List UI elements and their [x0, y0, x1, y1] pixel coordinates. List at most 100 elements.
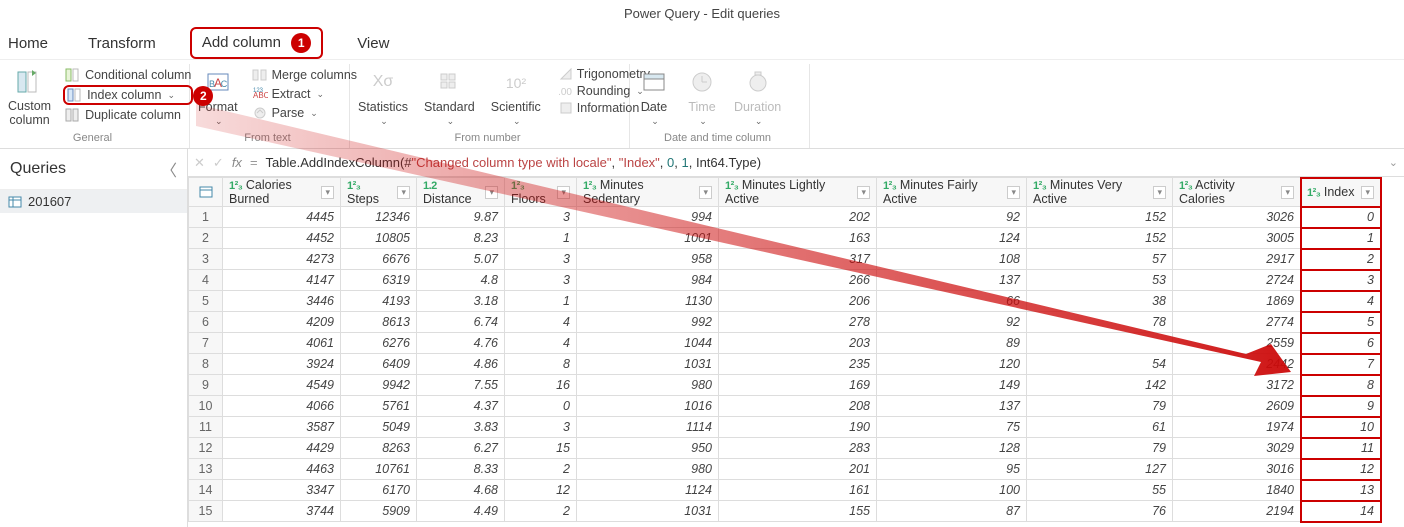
statistics-button[interactable]: Χσ Statistics⌄ [354, 66, 412, 127]
cell[interactable]: 12 [1301, 459, 1381, 480]
cell[interactable]: 1130 [577, 291, 719, 312]
cell[interactable]: 6276 [341, 333, 417, 354]
row-number[interactable]: 7 [189, 333, 223, 354]
cell[interactable]: 4209 [223, 312, 341, 333]
expand-formula-icon[interactable]: ⌄ [1389, 156, 1398, 169]
cell[interactable]: 3 [1301, 270, 1381, 291]
cell[interactable]: 79 [1027, 396, 1173, 417]
cell[interactable]: 5909 [341, 501, 417, 522]
cell[interactable]: 3172 [1173, 375, 1301, 396]
cell[interactable]: 6.74 [417, 312, 505, 333]
cell[interactable]: 8 [505, 354, 577, 375]
cell[interactable]: 9942 [341, 375, 417, 396]
cell[interactable]: 15 [505, 438, 577, 459]
row-number[interactable]: 9 [189, 375, 223, 396]
cell[interactable]: 3347 [223, 480, 341, 501]
cell[interactable]: 950 [577, 438, 719, 459]
cell[interactable]: 163 [719, 228, 877, 249]
duplicate-column-button[interactable]: Duplicate column [63, 106, 193, 124]
cell[interactable]: 3 [505, 417, 577, 438]
row-number[interactable]: 11 [189, 417, 223, 438]
cell[interactable]: 100 [877, 480, 1027, 501]
custom-column-button[interactable]: Custom column [4, 66, 55, 128]
cell[interactable]: 235 [719, 354, 877, 375]
cell[interactable]: 95 [877, 459, 1027, 480]
filter-dropdown-icon[interactable]: ▾ [1153, 186, 1166, 199]
cell[interactable]: 958 [577, 249, 719, 270]
cell[interactable]: 11 [1301, 438, 1381, 459]
cell[interactable]: 4.68 [417, 480, 505, 501]
cell[interactable]: 6319 [341, 270, 417, 291]
cell[interactable]: 980 [577, 375, 719, 396]
tab-transform[interactable]: Transform [82, 29, 162, 58]
cell[interactable]: 5 [1301, 312, 1381, 333]
cell[interactable]: 8 [1301, 375, 1381, 396]
cell[interactable]: 1031 [577, 354, 719, 375]
standard-button[interactable]: Standard⌄ [420, 66, 479, 127]
row-number[interactable]: 4 [189, 270, 223, 291]
cell[interactable]: 7.55 [417, 375, 505, 396]
collapse-icon[interactable]: 〈 [161, 157, 177, 181]
cell[interactable]: 8.23 [417, 228, 505, 249]
cell[interactable]: 3 [505, 270, 577, 291]
cell[interactable]: 0 [1301, 207, 1381, 228]
cell[interactable]: 9 [1301, 396, 1381, 417]
cell[interactable]: 3005 [1173, 228, 1301, 249]
column-header[interactable]: 1²₃ Steps▾ [341, 178, 417, 207]
filter-dropdown-icon[interactable]: ▾ [1281, 186, 1294, 199]
cell[interactable]: 278 [719, 312, 877, 333]
cell[interactable] [1027, 333, 1173, 354]
cell[interactable]: 4.86 [417, 354, 505, 375]
cell[interactable]: 1001 [577, 228, 719, 249]
cancel-icon[interactable]: ✕ [194, 155, 205, 171]
cell[interactable]: 6409 [341, 354, 417, 375]
cell[interactable]: 13 [1301, 480, 1381, 501]
cell[interactable]: 1 [1301, 228, 1381, 249]
cell[interactable]: 53 [1027, 270, 1173, 291]
cell[interactable]: 980 [577, 459, 719, 480]
row-number[interactable]: 5 [189, 291, 223, 312]
cell[interactable]: 3.83 [417, 417, 505, 438]
filter-dropdown-icon[interactable]: ▾ [485, 186, 498, 199]
cell[interactable]: 3587 [223, 417, 341, 438]
cell[interactable]: 2917 [1173, 249, 1301, 270]
index-column-button[interactable]: Index column ⌄ 2 [63, 85, 193, 105]
cell[interactable]: 4549 [223, 375, 341, 396]
column-header[interactable]: 1²₃ Floors▾ [505, 178, 577, 207]
cell[interactable]: 1044 [577, 333, 719, 354]
row-number[interactable]: 2 [189, 228, 223, 249]
cell[interactable]: 4.37 [417, 396, 505, 417]
cell[interactable]: 201 [719, 459, 877, 480]
cell[interactable]: 5049 [341, 417, 417, 438]
cell[interactable]: 137 [877, 396, 1027, 417]
cell[interactable]: 3446 [223, 291, 341, 312]
tab-add-column[interactable]: Add column 1 [190, 27, 323, 59]
cell[interactable]: 169 [719, 375, 877, 396]
cell[interactable]: 3924 [223, 354, 341, 375]
cell[interactable]: 206 [719, 291, 877, 312]
cell[interactable]: 4.76 [417, 333, 505, 354]
cell[interactable]: 3029 [1173, 438, 1301, 459]
cell[interactable]: 8613 [341, 312, 417, 333]
fx-icon[interactable]: fx [232, 155, 242, 170]
extract-button[interactable]: ABC123 Extract⌄ [250, 85, 359, 103]
cell[interactable]: 4452 [223, 228, 341, 249]
date-button[interactable]: Date⌄ [634, 66, 674, 127]
filter-dropdown-icon[interactable]: ▾ [397, 186, 410, 199]
cell[interactable]: 1031 [577, 501, 719, 522]
cell[interactable]: 92 [877, 312, 1027, 333]
cell[interactable]: 76 [1027, 501, 1173, 522]
cell[interactable]: 190 [719, 417, 877, 438]
parse-button[interactable]: Parse⌄ [250, 104, 359, 122]
cell[interactable]: 1869 [1173, 291, 1301, 312]
cell[interactable]: 3 [505, 249, 577, 270]
cell[interactable]: 1124 [577, 480, 719, 501]
cell[interactable]: 79 [1027, 438, 1173, 459]
scientific-button[interactable]: 10² Scientific⌄ [487, 66, 545, 127]
cell[interactable]: 202 [719, 207, 877, 228]
column-header[interactable]: 1²₃ Minutes Lightly Active▾ [719, 178, 877, 207]
cell[interactable]: 3.18 [417, 291, 505, 312]
cell[interactable]: 4061 [223, 333, 341, 354]
cell[interactable]: 87 [877, 501, 1027, 522]
cell[interactable]: 128 [877, 438, 1027, 459]
